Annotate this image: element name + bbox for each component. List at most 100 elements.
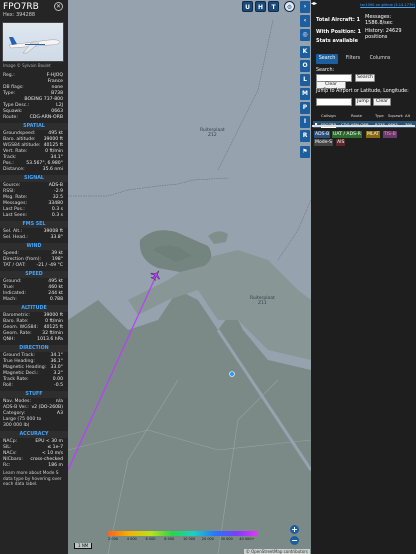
close-icon[interactable]: ✕ (54, 2, 63, 11)
tab-search[interactable]: Search (316, 54, 338, 64)
github-link[interactable]: tar1090 on github (3.14.1779) (360, 3, 415, 7)
collapse-arrows-icon[interactable]: ◂▸ (311, 0, 321, 10)
toggle-h-button[interactable]: H (255, 1, 266, 12)
aircraft-photo[interactable] (2, 22, 64, 62)
legend-tisb: TIS-B (383, 131, 397, 138)
map-attribution[interactable]: © OpenStreetMap contributors (243, 549, 310, 554)
filter-icon[interactable]: ⚑ (300, 146, 310, 158)
toggle-u-button[interactable]: U (242, 1, 253, 12)
altitude-tick-label: 20 000 (201, 537, 214, 541)
toggle-k-button[interactable]: K (300, 46, 310, 58)
clear-button[interactable]: Clear (373, 98, 391, 106)
toggle-i-button[interactable]: I (300, 116, 310, 128)
altitude-tick-label: 40 000+ (239, 537, 255, 541)
signal-row: Last Seen: 0.3 s (3, 213, 63, 219)
field-label: Sel. Head.: (3, 235, 28, 240)
scale-bar: 1 NM (74, 543, 93, 549)
section-header-signal: SIGNAL (0, 175, 68, 182)
legend-ais: AIS (336, 139, 346, 146)
jump-button[interactable]: Jump (355, 98, 371, 106)
map-view[interactable]: Ruiterplaat Z12 Ruiterplaat Z11 U H T ⚙ › … (68, 0, 311, 554)
aircraft-list-panel: ◂▸ tar1090 on github (3.14.1779) Total A… (311, 0, 416, 554)
column-header[interactable]: Squawk (388, 112, 403, 120)
direction-row: Roll: -0.5 (3, 383, 63, 389)
clear-search-button[interactable]: Clear Search (316, 81, 346, 93)
aircraft-field: Route: CDG-ARN-ORB (3, 115, 63, 121)
map-label-place: Ruiterplaat Z11 (250, 296, 275, 306)
field-value: 186 m (48, 463, 63, 468)
collapse-sidebar-button[interactable]: ‹ (300, 15, 310, 27)
altitude-tick-label: 30 000 (220, 537, 233, 541)
total-aircraft: Total Aircraft: 1 (316, 17, 361, 23)
stuff-row: 300 000 lb) (3, 423, 63, 429)
photo-credit: Image © Sylvain Boulet (3, 63, 51, 68)
tab-filters[interactable]: Filters (342, 54, 364, 64)
messages-rate: 1586.8/sec (365, 20, 393, 26)
map-label-place: Ruiterplaat Z12 (200, 128, 225, 138)
toggle-l-button[interactable]: L (300, 74, 310, 86)
jump-label: Jump to Airport or Latitude, Longitude: (316, 89, 409, 94)
field-value: 0.3 s (51, 213, 63, 218)
field-value: 1013.6 hPa (37, 337, 63, 342)
layers-icon[interactable]: ◎ (300, 29, 310, 41)
field-label: Roll: (3, 383, 13, 388)
field-value: 0.788 (49, 297, 63, 302)
field-label: QNH: (3, 337, 16, 342)
section-header-wind: WIND (0, 243, 68, 250)
fms-row: Sel. Head.: 33.8° (3, 235, 63, 241)
table-scrollbar[interactable] (312, 125, 415, 127)
section-header-spatial: SPATIAL (0, 123, 68, 130)
aircraft-marker[interactable] (149, 268, 163, 282)
history-unit: positions (365, 34, 388, 40)
jump-input[interactable] (316, 98, 352, 106)
altitude-tick-label: 4 000 (126, 537, 137, 541)
toggle-m-button[interactable]: M (300, 88, 310, 100)
receiver-icon (229, 371, 235, 377)
altitude-legend-labels: 2 000 4 000 6 000 8 000 10 000 20 000 30 000 40… (108, 537, 258, 542)
legend-adsb: ADS-B (314, 131, 331, 138)
search-label: Search: (316, 68, 335, 73)
settings-gear-icon[interactable]: ⚙ (284, 1, 295, 12)
field-label: Mach: (3, 297, 17, 302)
accuracy-row: Rc: 186 m (3, 463, 63, 469)
stats-available-link[interactable]: Stats available (316, 38, 358, 44)
toggle-r-button[interactable]: R (300, 130, 310, 142)
hex-code: Hex: 394288 (3, 12, 36, 18)
expand-sidebar-button[interactable]: › (300, 1, 310, 13)
field-value: -0.5 (54, 383, 63, 388)
zoom-out-button[interactable]: − (290, 536, 299, 545)
altitude-tick-label: 2 000 (108, 537, 119, 541)
field-label: Route: (3, 115, 18, 120)
help-note: Learn more about Mode S data type by hov… (3, 471, 62, 487)
spatial-row: Distance: 35.6 nmi (3, 167, 63, 173)
toggle-o-button[interactable]: O (300, 60, 310, 72)
zoom-in-button[interactable]: + (290, 525, 299, 534)
altitude-color-legend (108, 531, 258, 536)
search-button[interactable]: Search (355, 74, 375, 82)
field-label: Last Seen: (3, 213, 28, 218)
section-header-altitude: ALTITUDE (0, 305, 68, 312)
column-header[interactable]: Route (351, 112, 362, 120)
tab-columns[interactable]: Columns (368, 54, 392, 64)
legend-modes: Mode-S (314, 139, 334, 146)
section-header-direction: DIRECTION (0, 345, 68, 352)
field-value: 33.8° (50, 235, 63, 240)
sidebar-tabs: Search Filters Columns (314, 54, 414, 64)
altitude-tick-label: 6 000 (145, 537, 156, 541)
column-header[interactable]: Alt (405, 112, 410, 120)
column-header[interactable]: Callsign (321, 112, 336, 120)
altitude-row: QNH: 1013.6 hPa (3, 337, 63, 343)
toggle-t-button[interactable]: T (268, 1, 279, 12)
aircraft-info-panel: FPO7RB Hex: 394288 ✕ Image © Sylvain Bou… (0, 0, 68, 554)
map-canvas (68, 19, 311, 554)
toggle-p-button[interactable]: P (300, 102, 310, 114)
callsign-title: FPO7RB (3, 2, 39, 12)
column-header[interactable]: Type (375, 112, 384, 120)
field-value: CDG-ARN-ORB (29, 115, 63, 120)
section-header-stuff: STUFF (0, 391, 68, 398)
legend-mlat: MLAT (366, 131, 381, 138)
altitude-tick-label: 8 000 (164, 537, 175, 541)
wind-row: TAT / OAT: -21 / -49 °C (3, 263, 63, 269)
altitude-tick-label: 10 000 (183, 537, 196, 541)
field-label: 300 000 lb) (3, 423, 30, 428)
